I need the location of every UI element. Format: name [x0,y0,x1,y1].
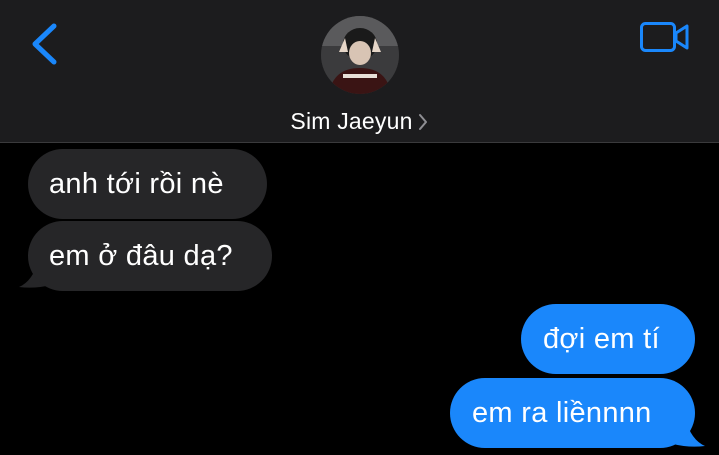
contact-name-button[interactable]: Sim Jaeyun [0,106,719,136]
message-text: đợi em tí [543,322,660,355]
message-text: anh tới rồi nè [49,167,224,200]
message-bubble-outgoing[interactable]: em ra liềnnnn [450,378,695,448]
message-text: em ra liềnnnn [472,396,652,429]
contact-name: Sim Jaeyun [290,107,413,134]
chat-screen: Sim Jaeyun anh tới rồi nè em ở đâu dạ? đ… [0,0,719,455]
message-bubble-incoming[interactable]: em ở đâu dạ? [28,221,272,291]
avatar-photo [321,16,399,94]
chevron-left-icon [32,23,57,65]
message-bubble-incoming[interactable]: anh tới rồi nè [28,149,267,219]
contact-avatar[interactable] [321,16,399,94]
video-call-button[interactable] [638,18,692,58]
message-bubble-outgoing[interactable]: đợi em tí [521,304,695,374]
video-camera-icon [640,22,689,52]
conversation-header: Sim Jaeyun [0,0,719,143]
chevron-right-icon [418,114,427,130]
message-text: em ở đâu dạ? [49,239,233,272]
back-button[interactable] [24,18,68,70]
